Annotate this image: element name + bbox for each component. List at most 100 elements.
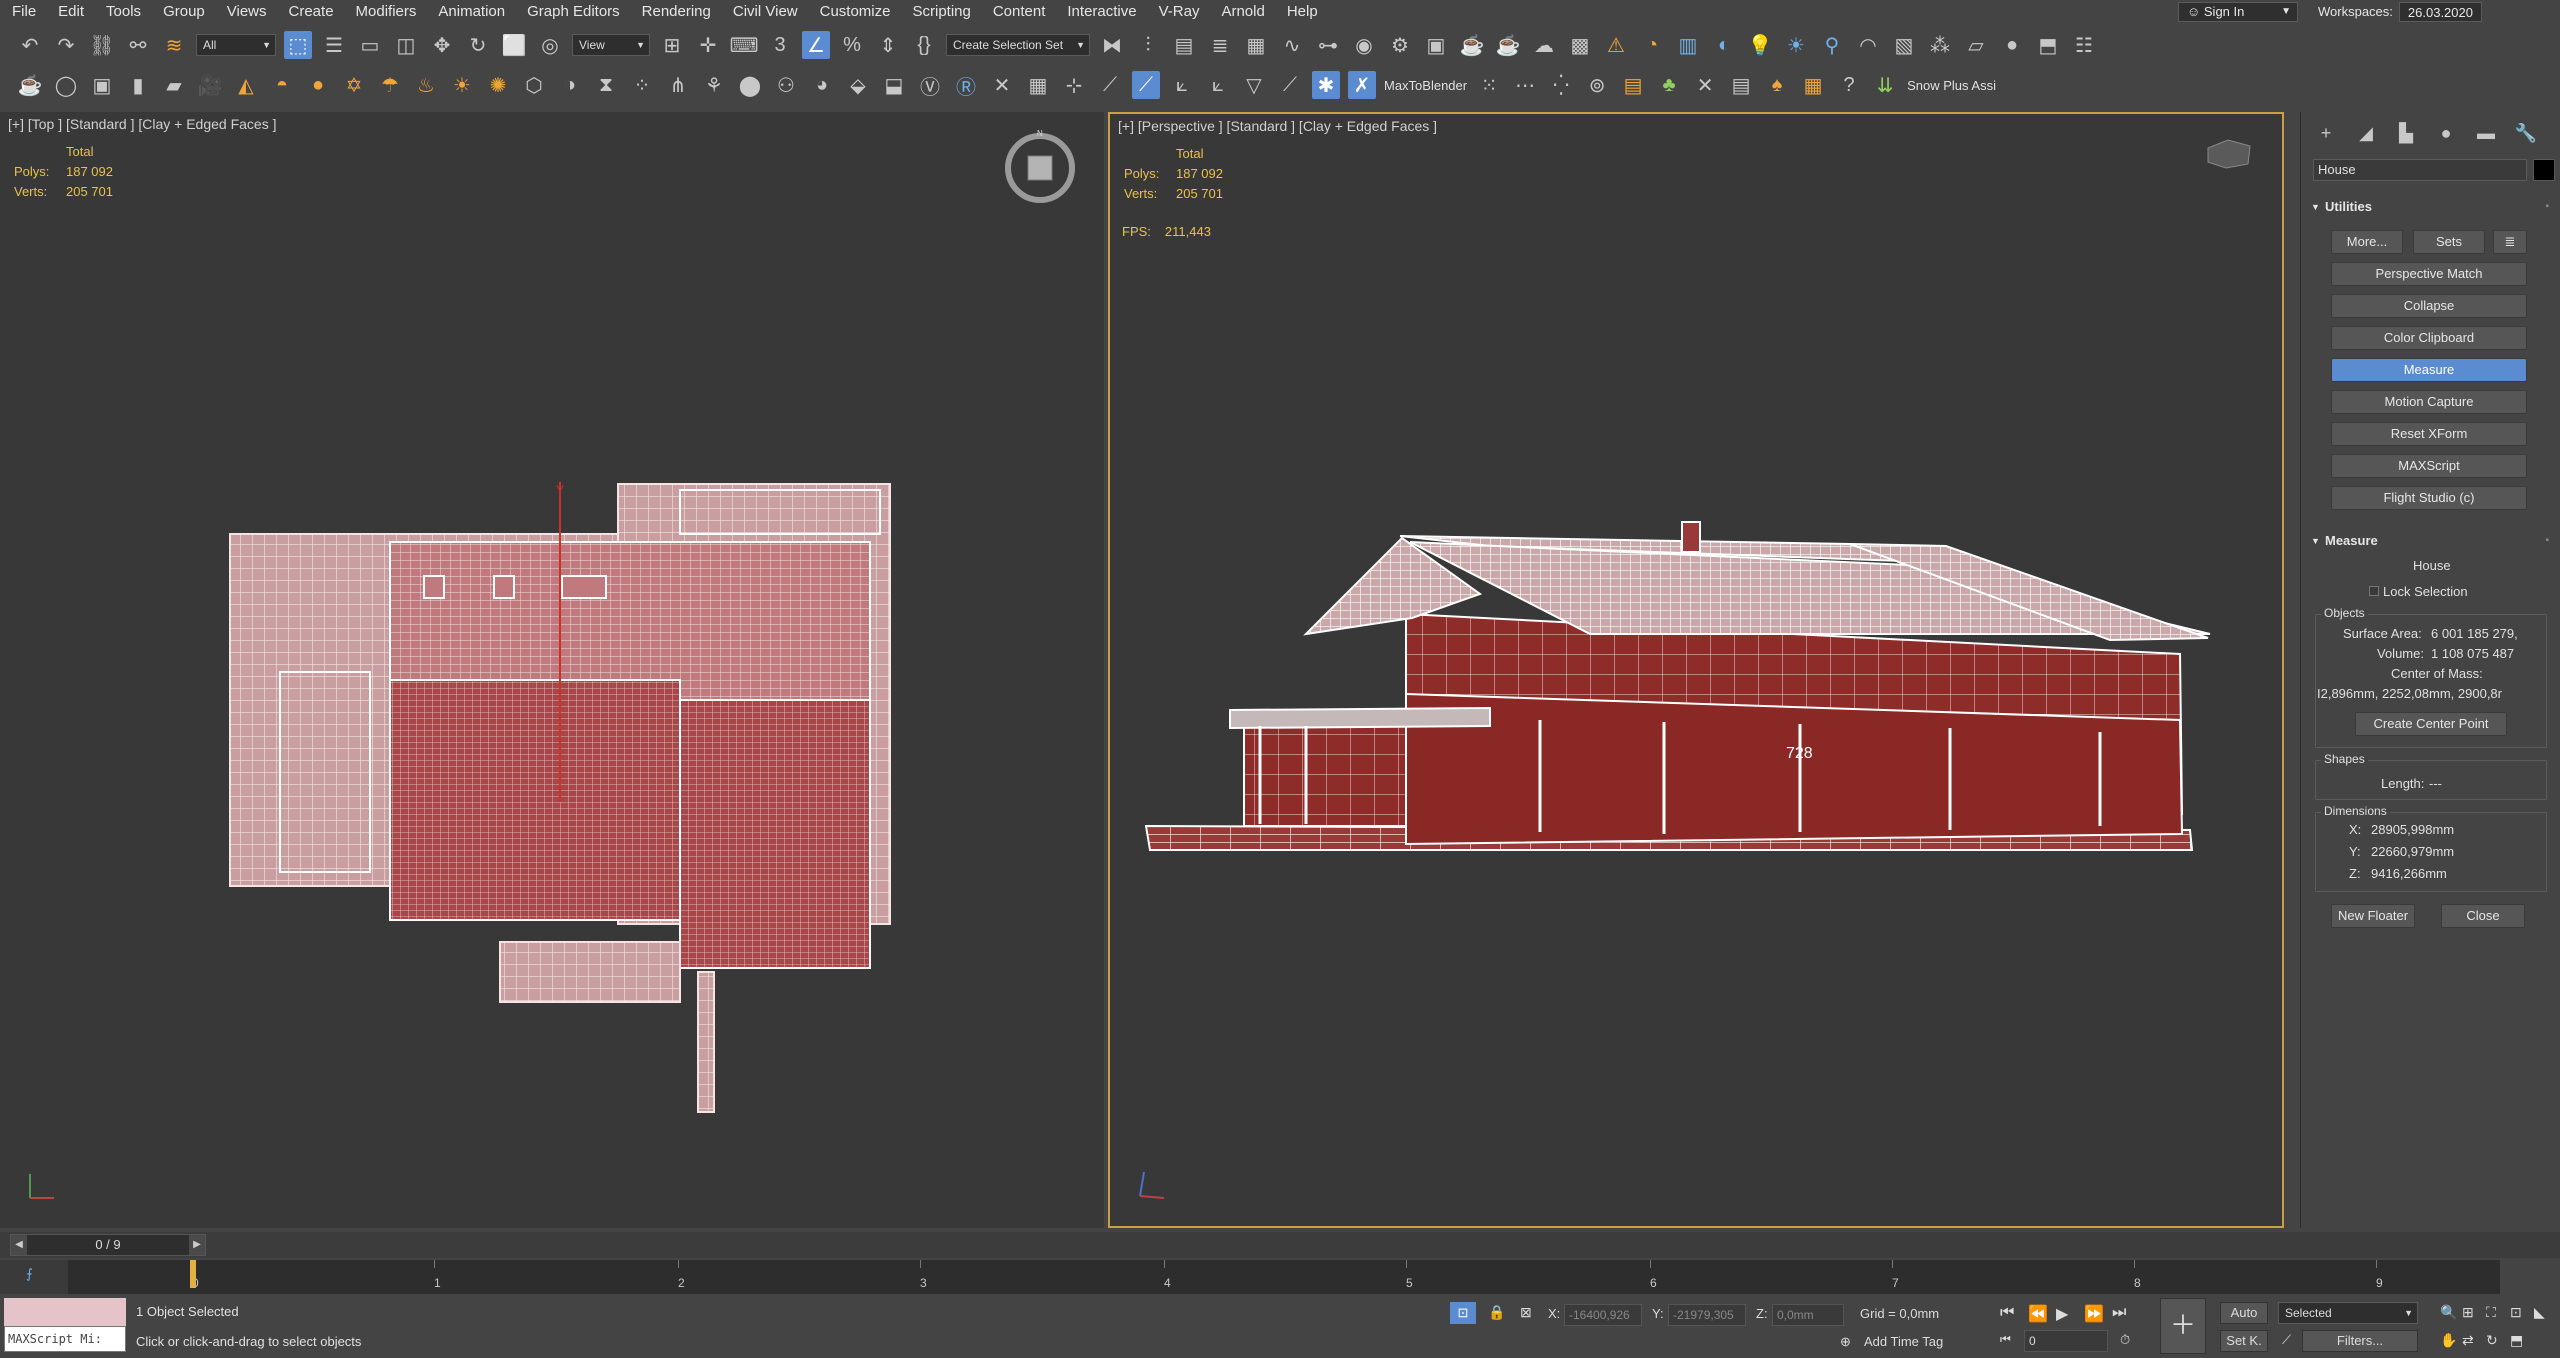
- motion-capture-button[interactable]: Motion Capture: [2331, 390, 2527, 414]
- snap-tangent-icon[interactable]: ✗: [1348, 71, 1376, 99]
- uvw-map-icon[interactable]: ⬙: [844, 71, 872, 99]
- top-viewport[interactable]: [+] [Top ] [Standard ] [Clay + Edged Fac…: [0, 112, 1104, 1228]
- box-icon[interactable]: ▣: [88, 71, 116, 99]
- schematic-view-icon[interactable]: ⊶: [1314, 31, 1342, 59]
- menu-file[interactable]: File: [0, 0, 47, 24]
- material-editor-icon[interactable]: ◉: [1350, 31, 1378, 59]
- snap-face-icon[interactable]: ⟀: [1204, 71, 1232, 99]
- pivot-center-icon[interactable]: ⊞: [658, 31, 686, 59]
- curve-editor-toggle-icon[interactable]: ⨍: [26, 1266, 33, 1282]
- zoom-all-icon[interactable]: ⊞: [2462, 1304, 2474, 1321]
- edit-named-selection-icon[interactable]: {}: [910, 31, 938, 59]
- placement-icon[interactable]: ◎: [536, 31, 564, 59]
- snaps-toggle-icon[interactable]: 3: [766, 31, 794, 59]
- grid-icon[interactable]: ▦: [1024, 71, 1052, 99]
- utilities-tab-icon[interactable]: 🔧: [2513, 120, 2539, 146]
- vray-light-lister-icon[interactable]: ☷: [2070, 31, 2098, 59]
- render-gallery-icon[interactable]: ▩: [1566, 31, 1594, 59]
- menu-scripting[interactable]: Scripting: [901, 0, 981, 24]
- vray-fur-icon[interactable]: ⁂: [1926, 31, 1954, 59]
- vray-sphere-icon[interactable]: ●: [1998, 31, 2026, 59]
- sphere-light-icon[interactable]: ●: [304, 71, 332, 99]
- absolute-mode-icon[interactable]: ⊠: [1520, 1304, 1532, 1321]
- time-tag-icon[interactable]: ⊕: [1840, 1334, 1851, 1350]
- z-coord-field[interactable]: 0,0mm: [1772, 1304, 1844, 1326]
- next-frame-icon[interactable]: ▶: [189, 1235, 205, 1255]
- sign-in-dropdown[interactable]: ☺ Sign In ▼: [2178, 2, 2298, 22]
- keyboard-shortcut-override-icon[interactable]: ⌨: [730, 31, 759, 59]
- current-frame-marker[interactable]: [190, 1260, 196, 1288]
- vray-camera-icon[interactable]: ◐: [1710, 31, 1738, 59]
- selection-filter-dropdown[interactable]: All ▼: [196, 34, 276, 56]
- field-of-view-icon[interactable]: ◣: [2534, 1304, 2545, 1321]
- menu-help[interactable]: Help: [1276, 0, 1329, 24]
- proxy-icon[interactable]: ⬡: [520, 71, 548, 99]
- teapot-icon[interactable]: ☕: [16, 71, 44, 99]
- modify-tab-icon[interactable]: ◢: [2353, 120, 2379, 146]
- tools-icon[interactable]: ✕: [988, 71, 1016, 99]
- railclone-icon[interactable]: Ⓡ: [952, 71, 980, 99]
- dome-light-icon[interactable]: ◓: [268, 71, 296, 99]
- go-to-start-icon[interactable]: ⏮: [2000, 1304, 2014, 1322]
- maxscript-button[interactable]: MAXScript: [2331, 454, 2527, 478]
- perspective-viewport[interactable]: [+] [Perspective ] [Standard ] [Clay + E…: [1108, 112, 2284, 1228]
- select-manipulate-icon[interactable]: ✛: [694, 31, 722, 59]
- snap-axis-icon[interactable]: ✱: [1312, 71, 1340, 99]
- lock-selection-checkbox[interactable]: Lock Selection: [2369, 584, 2468, 599]
- angle-snap-icon[interactable]: ∠: [802, 31, 830, 59]
- menu-modifiers[interactable]: Modifiers: [345, 0, 428, 24]
- y-coord-field[interactable]: -21979,305: [1668, 1304, 1746, 1326]
- timeline-ruler[interactable]: 0 1 2 3 4 5 6 7 8 9: [68, 1260, 2500, 1294]
- collapse-arrows-icon[interactable]: ⇊: [1871, 71, 1899, 99]
- next-key-icon[interactable]: ⏩: [2084, 1304, 2104, 1324]
- snap-edge-icon[interactable]: ⟋: [1132, 71, 1160, 99]
- environment-icon[interactable]: ◑: [556, 71, 584, 99]
- plant-icon[interactable]: ⚘: [700, 71, 728, 99]
- rotate-icon[interactable]: ↻: [464, 31, 492, 59]
- add-time-tag[interactable]: Add Time Tag: [1864, 1334, 1943, 1349]
- menu-civil-view[interactable]: Civil View: [722, 0, 809, 24]
- maxscript-output[interactable]: [4, 1298, 126, 1326]
- collapse-button[interactable]: Collapse: [2331, 294, 2527, 318]
- time-configuration-icon[interactable]: ⏱: [2120, 1332, 2130, 1348]
- isolate-selection-icon[interactable]: ⊡: [1450, 1302, 1476, 1324]
- percent-snap-icon[interactable]: %: [838, 31, 866, 59]
- maxscript-input[interactable]: MAXScript Mi:: [4, 1326, 126, 1352]
- mesh-light-icon[interactable]: ✡: [340, 71, 368, 99]
- material-slate-icon[interactable]: ◕: [808, 71, 836, 99]
- align-icon[interactable]: ⫶: [1134, 31, 1162, 59]
- ribbon-icon[interactable]: ▦: [1242, 31, 1270, 59]
- material-library-icon[interactable]: ⚇: [772, 71, 800, 99]
- maximize-viewport-icon[interactable]: ⬒: [2510, 1332, 2523, 1349]
- hierarchy-tab-icon[interactable]: ▙: [2393, 120, 2419, 146]
- link-icon[interactable]: ⛓: [88, 31, 116, 59]
- vray-logo-icon[interactable]: Ⓥ: [916, 71, 944, 99]
- blender-icon[interactable]: ◔: [1638, 31, 1666, 59]
- menu-animation[interactable]: Animation: [427, 0, 516, 24]
- select-by-name-icon[interactable]: ☰: [320, 31, 348, 59]
- torus-icon[interactable]: ◯: [52, 71, 80, 99]
- set-key-icon[interactable]: ＋: [2160, 1298, 2206, 1354]
- bind-space-warp-icon[interactable]: ≋: [160, 31, 188, 59]
- menu-tools[interactable]: Tools: [95, 0, 152, 24]
- scatter-tool-icon[interactable]: ♠: [1763, 71, 1791, 99]
- pan-icon[interactable]: ✋: [2440, 1332, 2457, 1349]
- array-icon[interactable]: ⁙: [1475, 71, 1503, 99]
- go-to-end-icon[interactable]: ⏭: [2112, 1304, 2126, 1322]
- time-slider[interactable]: ◀ 0 / 9 ▶: [10, 1234, 206, 1256]
- track-bar[interactable]: ⨍ 0 1 2 3 4 5 6 7 8 9: [0, 1260, 2500, 1294]
- zoom-extents-all-icon[interactable]: ⊡: [2510, 1304, 2522, 1321]
- play-icon[interactable]: ▶: [2056, 1304, 2068, 1324]
- sets-button[interactable]: Sets: [2413, 230, 2485, 254]
- render-cloud-icon[interactable]: ☁: [1530, 31, 1558, 59]
- ies-light-icon[interactable]: ♨: [412, 71, 440, 99]
- vray-dome-icon[interactable]: ◠: [1854, 31, 1882, 59]
- snow-plus-label[interactable]: Snow Plus Assi: [1907, 78, 1996, 93]
- move-icon[interactable]: ✥: [428, 31, 456, 59]
- previous-frame-icon[interactable]: ◀: [11, 1235, 27, 1255]
- more-button[interactable]: More...: [2331, 230, 2403, 254]
- spot-light-icon[interactable]: ☂: [376, 71, 404, 99]
- close-button[interactable]: Close: [2441, 904, 2525, 928]
- color-clipboard-button[interactable]: Color Clipboard: [2331, 326, 2527, 350]
- maxscript-mini-listener[interactable]: MAXScript Mi:: [4, 1298, 126, 1354]
